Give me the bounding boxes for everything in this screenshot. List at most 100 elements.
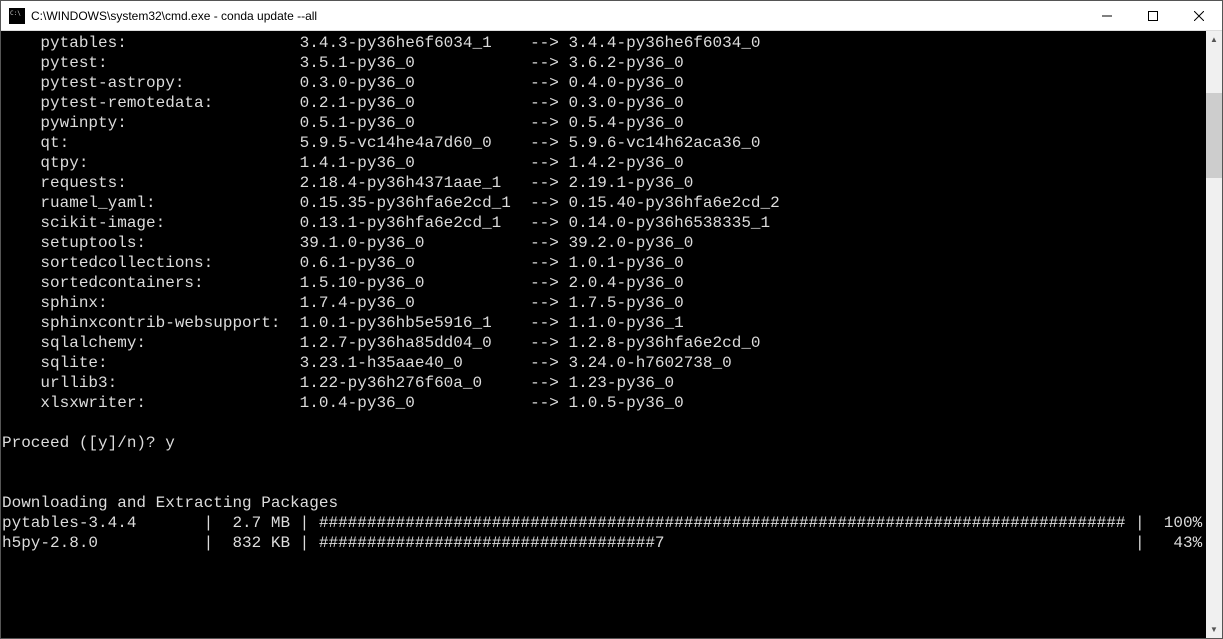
arrow-icon: --> <box>530 213 568 233</box>
package-old-version: 3.4.3-py36he6f6034_1 <box>300 33 530 53</box>
package-old-version: 5.9.5-vc14he4a7d60_0 <box>300 133 530 153</box>
package-old-version: 0.6.1-py36_0 <box>300 253 530 273</box>
download-package-name: h5py-2.8.0 <box>2 533 204 553</box>
arrow-icon: --> <box>530 393 568 413</box>
separator: | <box>204 513 214 533</box>
package-update-line: sqlite:3.23.1-h35aae40_0--> 3.24.0-h7602… <box>2 353 1206 373</box>
package-name: setuptools: <box>40 233 299 253</box>
package-new-version: 0.14.0-py36h6538335_1 <box>568 213 770 233</box>
terminal-container: pytables:3.4.3-py36he6f6034_1--> 3.4.4-p… <box>1 31 1222 638</box>
arrow-icon: --> <box>530 93 568 113</box>
download-size: 2.7 MB <box>213 513 290 533</box>
package-old-version: 0.3.0-py36_0 <box>300 73 530 93</box>
arrow-icon: --> <box>530 33 568 53</box>
scrollbar[interactable]: ▲ ▼ <box>1206 31 1222 638</box>
package-old-version: 0.2.1-py36_0 <box>300 93 530 113</box>
minimize-button[interactable] <box>1084 1 1130 31</box>
download-package-name: pytables-3.4.4 <box>2 513 204 533</box>
arrow-icon: --> <box>530 293 568 313</box>
package-new-version: 1.23-py36_0 <box>568 373 674 393</box>
package-old-version: 1.0.4-py36_0 <box>300 393 530 413</box>
terminal-output[interactable]: pytables:3.4.3-py36he6f6034_1--> 3.4.4-p… <box>1 31 1206 638</box>
package-update-line: setuptools:39.1.0-py36_0--> 39.2.0-py36_… <box>2 233 1206 253</box>
arrow-icon: --> <box>530 313 568 333</box>
downloading-header: Downloading and Extracting Packages <box>2 493 1206 513</box>
arrow-icon: --> <box>530 173 568 193</box>
titlebar: C:\WINDOWS\system32\cmd.exe - conda upda… <box>1 1 1222 31</box>
scroll-thumb[interactable] <box>1206 93 1222 178</box>
package-old-version: 0.13.1-py36hfa6e2cd_1 <box>300 213 530 233</box>
progress-bar: ###################################7 <box>319 533 1126 553</box>
progress-percent: 43% <box>1154 533 1202 553</box>
package-update-line: pytables:3.4.3-py36he6f6034_1--> 3.4.4-p… <box>2 33 1206 53</box>
package-update-line: requests:2.18.4-py36h4371aae_1--> 2.19.1… <box>2 173 1206 193</box>
package-new-version: 0.5.4-py36_0 <box>568 113 683 133</box>
arrow-icon: --> <box>530 373 568 393</box>
package-name: scikit-image: <box>40 213 299 233</box>
package-update-line: qt:5.9.5-vc14he4a7d60_0--> 5.9.6-vc14h62… <box>2 133 1206 153</box>
scroll-up-arrow-icon[interactable]: ▲ <box>1206 31 1222 48</box>
package-update-line: xlsxwriter:1.0.4-py36_0--> 1.0.5-py36_0 <box>2 393 1206 413</box>
package-name: ruamel_yaml: <box>40 193 299 213</box>
package-new-version: 1.7.5-py36_0 <box>568 293 683 313</box>
package-name: sphinxcontrib-websupport: <box>40 313 299 333</box>
separator: | <box>1125 513 1154 533</box>
arrow-icon: --> <box>530 73 568 93</box>
progress-percent: 100% <box>1154 513 1202 533</box>
separator: | <box>204 533 214 553</box>
window-title: C:\WINDOWS\system32\cmd.exe - conda upda… <box>31 9 1084 23</box>
package-update-line: sphinx:1.7.4-py36_0--> 1.7.5-py36_0 <box>2 293 1206 313</box>
separator: | <box>1125 533 1154 553</box>
package-update-line: pywinpty:0.5.1-py36_0--> 0.5.4-py36_0 <box>2 113 1206 133</box>
download-progress-line: h5py-2.8.0|832 KB | ####################… <box>2 533 1206 553</box>
package-new-version: 0.4.0-py36_0 <box>568 73 683 93</box>
package-update-line: urllib3:1.22-py36h276f60a_0--> 1.23-py36… <box>2 373 1206 393</box>
package-name: pytest-astropy: <box>40 73 299 93</box>
maximize-button[interactable] <box>1130 1 1176 31</box>
package-name: sortedcollections: <box>40 253 299 273</box>
package-old-version: 1.2.7-py36ha85dd04_0 <box>300 333 530 353</box>
arrow-icon: --> <box>530 253 568 273</box>
arrow-icon: --> <box>530 113 568 133</box>
scroll-track[interactable] <box>1206 48 1222 621</box>
package-old-version: 0.5.1-py36_0 <box>300 113 530 133</box>
package-new-version: 1.2.8-py36hfa6e2cd_0 <box>568 333 760 353</box>
package-new-version: 1.0.5-py36_0 <box>568 393 683 413</box>
package-update-line: sphinxcontrib-websupport:1.0.1-py36hb5e5… <box>2 313 1206 333</box>
download-size: 832 KB <box>213 533 290 553</box>
package-name: qtpy: <box>40 153 299 173</box>
close-button[interactable] <box>1176 1 1222 31</box>
minimize-icon <box>1102 11 1112 21</box>
close-icon <box>1194 11 1204 21</box>
arrow-icon: --> <box>530 273 568 293</box>
arrow-icon: --> <box>530 193 568 213</box>
package-update-line: scikit-image:0.13.1-py36hfa6e2cd_1--> 0.… <box>2 213 1206 233</box>
scroll-down-arrow-icon[interactable]: ▼ <box>1206 621 1222 638</box>
package-old-version: 1.5.10-py36_0 <box>300 273 530 293</box>
progress-bar: ########################################… <box>319 513 1126 533</box>
package-new-version: 1.0.1-py36_0 <box>568 253 683 273</box>
package-new-version: 1.4.2-py36_0 <box>568 153 683 173</box>
package-name: urllib3: <box>40 373 299 393</box>
arrow-icon: --> <box>530 333 568 353</box>
package-name: requests: <box>40 173 299 193</box>
download-progress-line: pytables-3.4.4|2.7 MB | ################… <box>2 513 1206 533</box>
maximize-icon <box>1148 11 1158 21</box>
package-old-version: 1.22-py36h276f60a_0 <box>300 373 530 393</box>
package-name: sqlalchemy: <box>40 333 299 353</box>
package-update-line: sortedcontainers:1.5.10-py36_0--> 2.0.4-… <box>2 273 1206 293</box>
arrow-icon: --> <box>530 233 568 253</box>
package-name: qt: <box>40 133 299 153</box>
package-update-line: pytest:3.5.1-py36_0--> 3.6.2-py36_0 <box>2 53 1206 73</box>
package-new-version: 5.9.6-vc14h62aca36_0 <box>568 133 760 153</box>
arrow-icon: --> <box>530 133 568 153</box>
package-old-version: 1.0.1-py36hb5e5916_1 <box>300 313 530 333</box>
package-new-version: 0.3.0-py36_0 <box>568 93 683 113</box>
proceed-prompt: Proceed ([y]/n)? <box>2 434 165 452</box>
package-new-version: 1.1.0-py36_1 <box>568 313 683 333</box>
proceed-prompt-line: Proceed ([y]/n)? y <box>2 433 1206 453</box>
package-old-version: 0.15.35-py36hfa6e2cd_1 <box>300 193 530 213</box>
package-new-version: 3.6.2-py36_0 <box>568 53 683 73</box>
separator: | <box>290 513 319 533</box>
package-update-line: sqlalchemy:1.2.7-py36ha85dd04_0--> 1.2.8… <box>2 333 1206 353</box>
